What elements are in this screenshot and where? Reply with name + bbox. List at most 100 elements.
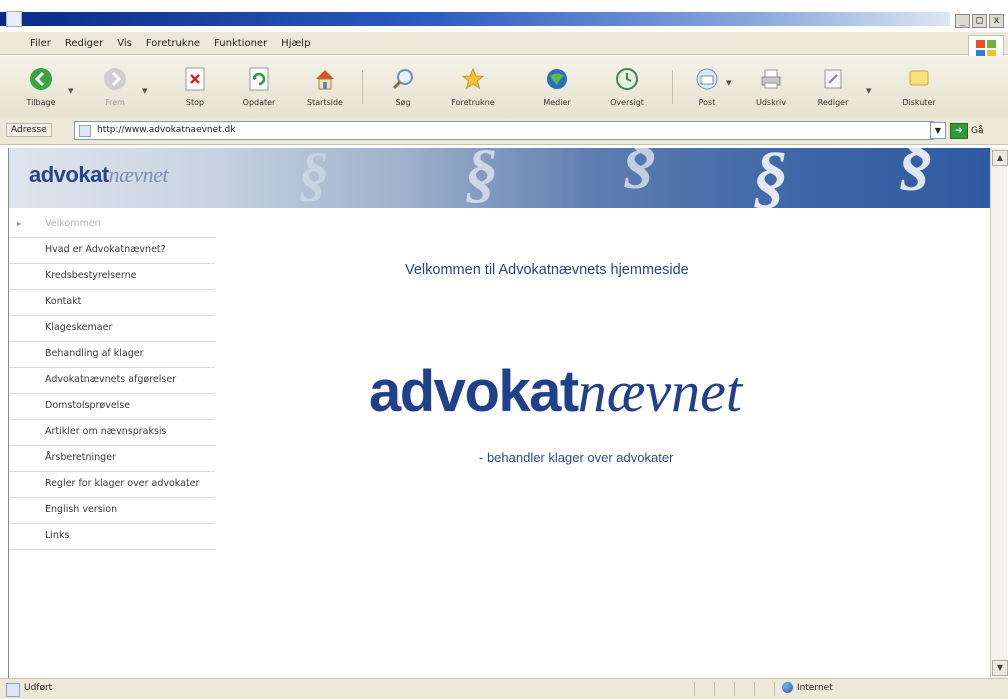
home-button[interactable]: Startside bbox=[298, 66, 352, 112]
maximize-button[interactable]: □ bbox=[972, 14, 987, 28]
edit-icon bbox=[820, 66, 846, 92]
vertical-scrollbar[interactable]: ▲ ▼ bbox=[990, 148, 1008, 678]
tagline: - behandler klager over advokater bbox=[479, 450, 674, 465]
menu-tools[interactable]: Funktioner bbox=[214, 38, 267, 49]
paragraph-symbol-icon: § bbox=[623, 148, 658, 196]
stop-icon bbox=[182, 66, 208, 92]
menu-edit[interactable]: Rediger bbox=[65, 38, 103, 49]
status-pane-divider bbox=[694, 682, 695, 696]
ie-app-icon[interactable] bbox=[6, 11, 22, 27]
search-button[interactable]: Søg bbox=[376, 66, 430, 112]
status-text: Udført bbox=[24, 683, 53, 693]
status-pane-divider bbox=[754, 682, 755, 696]
nav-item-aarsberetninger[interactable]: Årsberetninger bbox=[9, 446, 215, 472]
discuss-icon bbox=[906, 66, 932, 92]
history-button[interactable]: Oversigt bbox=[600, 66, 654, 112]
window-controls: _ □ x bbox=[955, 14, 1004, 28]
menu-bar: Filer Rediger Vis Foretrukne Funktioner … bbox=[0, 32, 1008, 55]
mail-label: Post bbox=[698, 98, 716, 107]
zone-label: Internet bbox=[797, 682, 833, 693]
mail-icon bbox=[694, 66, 720, 92]
favorites-button[interactable]: Foretrukne bbox=[446, 66, 500, 112]
minimize-button[interactable]: _ bbox=[955, 14, 970, 28]
back-dropdown-icon[interactable]: ▾ bbox=[68, 84, 74, 97]
nav-item-regler[interactable]: Regler for klager over advokater bbox=[9, 472, 215, 498]
site-banner: § § § § § advokatnævnet bbox=[9, 148, 991, 216]
menu-help[interactable]: Hjælp bbox=[281, 38, 310, 49]
nav-item-domstolsproevelse[interactable]: Domstolsprøvelse bbox=[9, 394, 215, 420]
nav-item-artikler[interactable]: Artikler om nævnspraksis bbox=[9, 420, 215, 446]
edit-dropdown-icon[interactable]: ▾ bbox=[866, 84, 872, 97]
go-label: Gå bbox=[971, 126, 984, 136]
media-icon bbox=[544, 66, 570, 92]
title-bar: _ □ x bbox=[0, 0, 1008, 30]
nav-item-kredsbestyrelserne[interactable]: Kredsbestyrelserne bbox=[9, 264, 215, 290]
forward-label: Frem bbox=[105, 98, 125, 107]
print-button[interactable]: Udskriv bbox=[744, 66, 798, 112]
nav-item-label: Advokatnævnets afgørelser bbox=[45, 374, 177, 385]
forward-dropdown-icon[interactable]: ▾ bbox=[142, 84, 148, 97]
welcome-heading: Velkommen til Advokatnævnets hjemmeside bbox=[405, 262, 689, 278]
print-icon bbox=[758, 66, 784, 92]
nav-item-label: Kredsbestyrelserne bbox=[45, 270, 137, 281]
main-logo: advokatnævnet bbox=[369, 358, 742, 425]
standard-toolbar: Tilbage ▾ Frem ▾ Stop Opdater Startside … bbox=[0, 56, 1008, 119]
menu-view[interactable]: Vis bbox=[117, 38, 132, 49]
address-label: Adresse bbox=[6, 123, 52, 137]
internet-globe-icon bbox=[782, 682, 793, 693]
nav-item-behandling[interactable]: Behandling af klager bbox=[9, 342, 215, 368]
search-icon bbox=[390, 66, 416, 92]
back-button[interactable]: Tilbage bbox=[14, 66, 68, 112]
nav-item-kontakt[interactable]: Kontakt bbox=[9, 290, 215, 316]
toolbar-separator bbox=[672, 70, 673, 104]
paragraph-symbol-icon: § bbox=[299, 148, 329, 207]
nav-item-english[interactable]: English version bbox=[9, 498, 215, 524]
page-favicon-icon bbox=[79, 125, 91, 137]
close-button[interactable]: x bbox=[989, 14, 1004, 28]
nav-item-klageskemaer[interactable]: Klageskemaer bbox=[9, 316, 215, 342]
menu-favorites[interactable]: Foretrukne bbox=[146, 38, 200, 49]
nav-item-afgoerelser[interactable]: Advokatnævnets afgørelser bbox=[9, 368, 215, 394]
scroll-down-icon[interactable]: ▼ bbox=[992, 660, 1008, 676]
status-pane-divider bbox=[774, 682, 775, 696]
back-label: Tilbage bbox=[26, 98, 56, 107]
menu-file[interactable]: Filer bbox=[30, 38, 51, 49]
status-pane-divider bbox=[714, 682, 715, 696]
nav-item-links[interactable]: Links bbox=[9, 524, 215, 550]
favorites-star-icon bbox=[460, 66, 486, 92]
stop-label: Stop bbox=[185, 98, 205, 107]
scroll-up-icon[interactable]: ▲ bbox=[992, 150, 1008, 166]
mail-dropdown-icon[interactable]: ▾ bbox=[726, 76, 732, 89]
paragraph-symbol-icon: § bbox=[465, 148, 498, 210]
discuss-button[interactable]: Diskuter bbox=[892, 66, 946, 112]
go-arrow-icon: ➔ bbox=[950, 123, 968, 139]
page-viewport: § § § § § advokatnævnet ▸ Velkommen Hvad… bbox=[8, 148, 991, 678]
stop-button[interactable]: Stop bbox=[168, 66, 222, 112]
site-logo-bold: advokat bbox=[29, 162, 109, 187]
page-done-icon bbox=[6, 683, 20, 697]
nav-item-label: Klageskemaer bbox=[45, 322, 113, 333]
search-label: Søg bbox=[395, 98, 411, 107]
address-url[interactable]: http://www.advokatnaevnet.dk bbox=[97, 125, 236, 135]
address-bar: Adresse http://www.advokatnaevnet.dk ▼ ➔… bbox=[0, 118, 1008, 145]
address-input[interactable]: http://www.advokatnaevnet.dk bbox=[74, 121, 934, 140]
nav-item-label: Hvad er Advokatnævnet? bbox=[45, 244, 166, 255]
site-logo[interactable]: advokatnævnet bbox=[29, 162, 168, 188]
nav-item-label: Links bbox=[45, 530, 70, 541]
title-bar-strip bbox=[0, 12, 950, 26]
edit-button[interactable]: Rediger bbox=[806, 66, 860, 112]
nav-item-label: Velkommen bbox=[45, 218, 101, 229]
forward-button[interactable]: Frem bbox=[88, 66, 142, 112]
mail-button[interactable]: Post bbox=[680, 66, 734, 112]
refresh-button[interactable]: Opdater bbox=[232, 66, 286, 112]
refresh-label: Opdater bbox=[242, 98, 276, 107]
address-dropdown-icon[interactable]: ▼ bbox=[930, 122, 946, 139]
nav-item-hvad-er[interactable]: Hvad er Advokatnævnet? bbox=[9, 238, 215, 264]
go-button[interactable]: ➔ Gå bbox=[950, 123, 984, 139]
edit-label: Rediger bbox=[817, 98, 849, 107]
nav-item-label: Domstolsprøvelse bbox=[45, 400, 131, 411]
nav-item-label: Artikler om nævnspraksis bbox=[45, 426, 167, 437]
media-button[interactable]: Medier bbox=[530, 66, 584, 112]
nav-item-velkommen[interactable]: ▸ Velkommen bbox=[9, 212, 215, 238]
site-logo-italic: nævnet bbox=[108, 162, 169, 187]
